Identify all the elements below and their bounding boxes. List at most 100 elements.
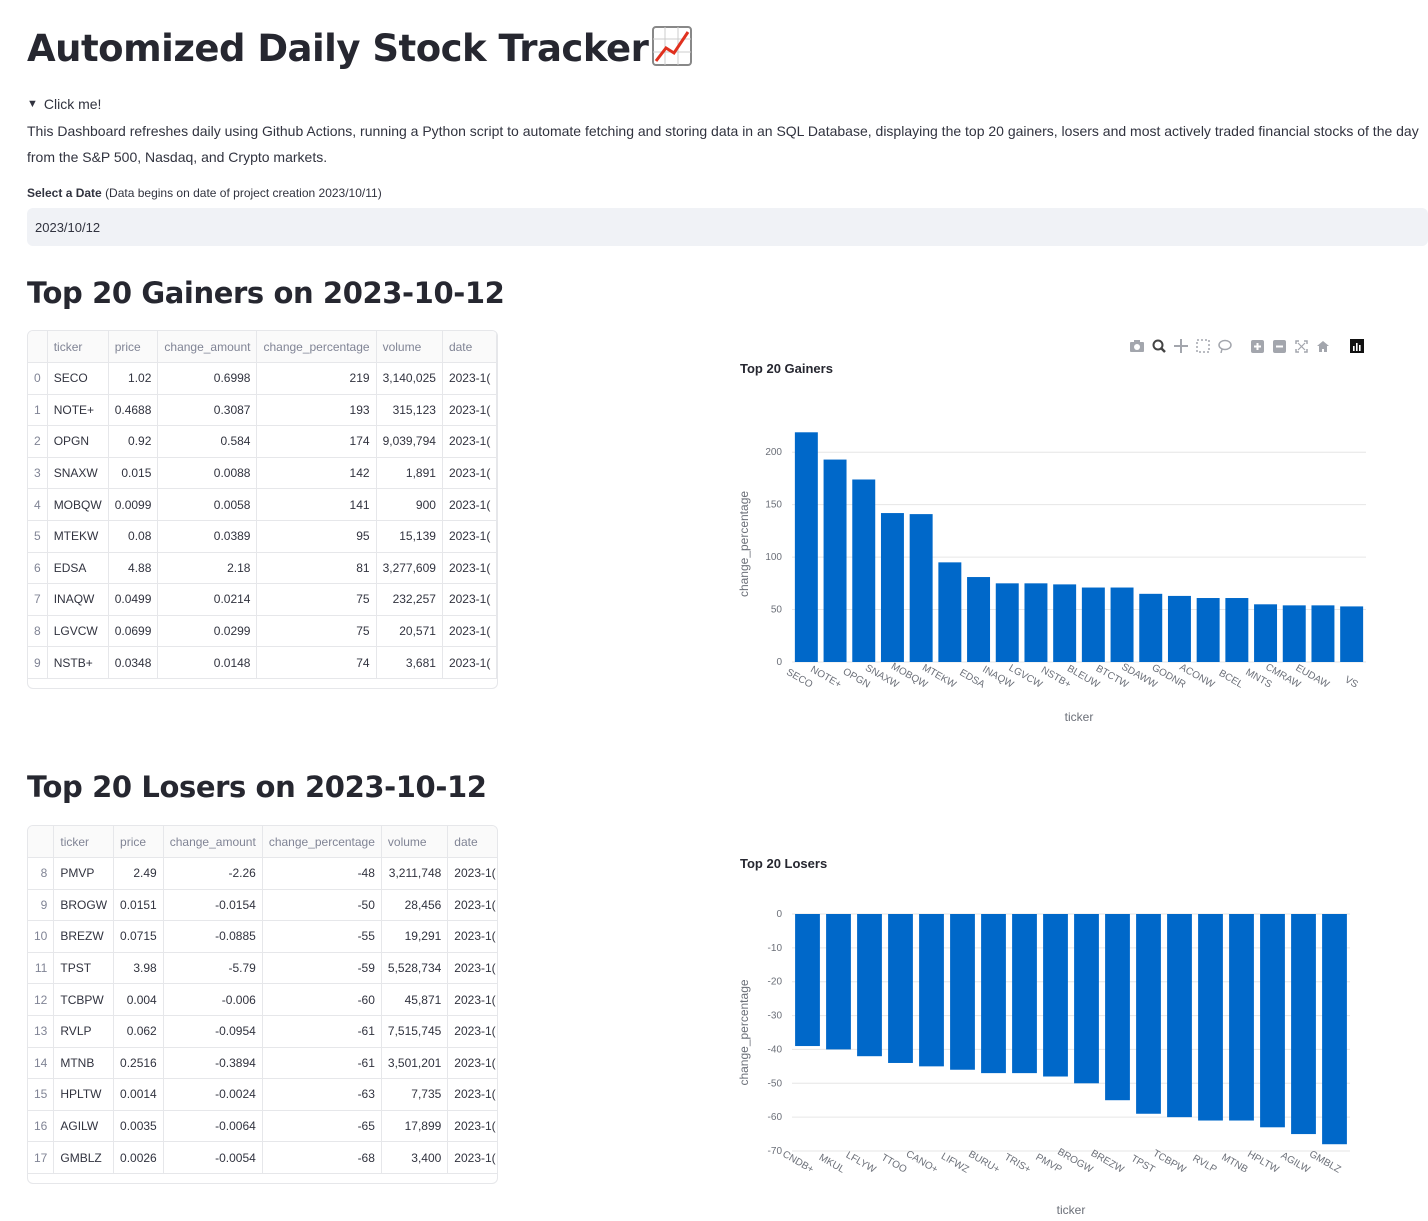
- table-cell[interactable]: -60: [262, 983, 382, 1016]
- table-row[interactable]: 2 OPGN 0.92 0.584 174 9,039,794 2023-1(: [28, 425, 497, 458]
- bar[interactable]: [857, 914, 882, 1057]
- table-cell[interactable]: 2023-1(: [442, 552, 497, 585]
- column-header[interactable]: date: [442, 331, 497, 363]
- table-cell[interactable]: 0.0389: [157, 520, 258, 553]
- table-cell[interactable]: -68: [262, 1141, 382, 1174]
- table-cell[interactable]: 2023-1(: [447, 952, 497, 985]
- bar[interactable]: [1136, 914, 1161, 1114]
- table-cell[interactable]: AGILW: [53, 1110, 115, 1143]
- table-cell[interactable]: 0.4688: [108, 394, 159, 427]
- table-cell[interactable]: 3,400: [381, 1141, 449, 1174]
- date-input[interactable]: [27, 208, 1428, 246]
- column-header[interactable]: ticker: [53, 826, 115, 858]
- bar[interactable]: [1167, 914, 1192, 1118]
- row-index[interactable]: 5: [28, 520, 48, 553]
- row-index[interactable]: 14: [28, 1047, 55, 1080]
- losers-table[interactable]: ticker price change_amount change_percentag…: [27, 825, 498, 1184]
- bar[interactable]: [852, 479, 876, 662]
- bar[interactable]: [1012, 914, 1037, 1074]
- table-cell[interactable]: 3,140,025: [376, 362, 443, 395]
- table-cell[interactable]: INAQW: [47, 583, 109, 616]
- table-cell[interactable]: 0.0058: [157, 488, 258, 521]
- bar[interactable]: [1074, 914, 1099, 1084]
- table-cell[interactable]: GMBLZ: [53, 1141, 115, 1174]
- table-cell[interactable]: 3,211,748: [381, 857, 449, 890]
- row-index[interactable]: 0: [28, 362, 48, 395]
- table-cell[interactable]: 2023-1(: [447, 1141, 497, 1174]
- reset-axes-icon[interactable]: [1314, 338, 1332, 354]
- table-cell[interactable]: 3.98: [113, 952, 164, 985]
- table-cell[interactable]: 2023-1(: [447, 1047, 497, 1080]
- bar[interactable]: [1260, 914, 1285, 1128]
- table-cell[interactable]: SECO: [47, 362, 109, 395]
- table-cell[interactable]: 0.0348: [108, 646, 159, 679]
- table-cell[interactable]: 0.0099: [108, 488, 159, 521]
- table-cell[interactable]: 0.0299: [157, 615, 258, 648]
- table-cell[interactable]: -65: [262, 1110, 382, 1143]
- bar[interactable]: [1139, 593, 1163, 662]
- column-header[interactable]: [28, 826, 55, 858]
- row-index[interactable]: 4: [28, 488, 48, 521]
- row-index[interactable]: 3: [28, 457, 48, 490]
- row-index[interactable]: 9: [28, 646, 48, 679]
- bar[interactable]: [888, 914, 913, 1063]
- table-cell[interactable]: -0.0054: [163, 1141, 263, 1174]
- table-cell[interactable]: 2.49: [113, 857, 164, 890]
- row-index[interactable]: 2: [28, 425, 48, 458]
- table-cell[interactable]: 219: [256, 362, 377, 395]
- table-cell[interactable]: 2023-1(: [442, 362, 497, 395]
- table-cell[interactable]: 2023-1(: [442, 488, 497, 521]
- table-cell[interactable]: -0.0154: [163, 889, 263, 922]
- table-cell[interactable]: -61: [262, 1015, 382, 1048]
- table-cell[interactable]: 7,735: [381, 1078, 449, 1111]
- bar[interactable]: [1196, 598, 1220, 662]
- table-cell[interactable]: 17,899: [381, 1110, 449, 1143]
- row-index[interactable]: 7: [28, 583, 48, 616]
- box-select-icon[interactable]: [1194, 338, 1212, 354]
- row-index[interactable]: 15: [28, 1078, 55, 1111]
- bar[interactable]: [1291, 914, 1316, 1135]
- table-cell[interactable]: 0.0026: [113, 1141, 164, 1174]
- bar[interactable]: [1110, 587, 1134, 662]
- bar[interactable]: [938, 562, 962, 662]
- table-cell[interactable]: -5.79: [163, 952, 263, 985]
- bar[interactable]: [1225, 598, 1249, 662]
- table-cell[interactable]: 2023-1(: [447, 857, 497, 890]
- table-cell[interactable]: 20,571: [376, 615, 443, 648]
- bar[interactable]: [1311, 605, 1335, 662]
- table-cell[interactable]: 1.02: [108, 362, 159, 395]
- table-cell[interactable]: 0.0715: [113, 920, 164, 953]
- table-cell[interactable]: -61: [262, 1047, 382, 1080]
- bar[interactable]: [1198, 914, 1223, 1121]
- bar[interactable]: [981, 914, 1006, 1074]
- table-cell[interactable]: 0.92: [108, 425, 159, 458]
- table-row[interactable]: 8 LGVCW 0.0699 0.0299 75 20,571 2023-1(: [28, 615, 497, 648]
- table-cell[interactable]: 75: [256, 583, 377, 616]
- table-cell[interactable]: 2023-1(: [447, 1110, 497, 1143]
- bar[interactable]: [880, 513, 904, 662]
- column-header[interactable]: change_amount: [157, 331, 258, 363]
- table-row[interactable]: 1 NOTE+ 0.4688 0.3087 193 315,123 2023-1(: [28, 394, 497, 427]
- row-index[interactable]: 16: [28, 1110, 55, 1143]
- table-cell[interactable]: 2023-1(: [447, 983, 497, 1016]
- bar[interactable]: [1105, 914, 1130, 1101]
- table-cell[interactable]: 75: [256, 615, 377, 648]
- bar[interactable]: [1043, 914, 1068, 1077]
- row-index[interactable]: 9: [28, 889, 55, 922]
- table-cell[interactable]: RVLP: [53, 1015, 115, 1048]
- table-row[interactable]: 4 MOBQW 0.0099 0.0058 141 900 2023-1(: [28, 488, 497, 521]
- column-header[interactable]: volume: [376, 331, 443, 363]
- table-cell[interactable]: 4.88: [108, 552, 159, 585]
- table-row[interactable]: 15 HPLTW 0.0014 -0.0024 -63 7,735 2023-1(: [28, 1078, 497, 1111]
- table-cell[interactable]: 7,515,745: [381, 1015, 449, 1048]
- gainers-table[interactable]: ticker price change_amount change_percentag…: [27, 330, 498, 689]
- bar[interactable]: [967, 577, 991, 662]
- row-index[interactable]: 6: [28, 552, 48, 585]
- table-cell[interactable]: 3,501,201: [381, 1047, 449, 1080]
- table-cell[interactable]: -0.006: [163, 983, 263, 1016]
- table-cell[interactable]: -0.0064: [163, 1110, 263, 1143]
- table-cell[interactable]: LGVCW: [47, 615, 109, 648]
- bar[interactable]: [794, 432, 818, 662]
- gainers-bar-chart[interactable]: Top 20 Gainers050100150200SECONOTE+OPGNS…: [730, 355, 1380, 730]
- table-cell[interactable]: 95: [256, 520, 377, 553]
